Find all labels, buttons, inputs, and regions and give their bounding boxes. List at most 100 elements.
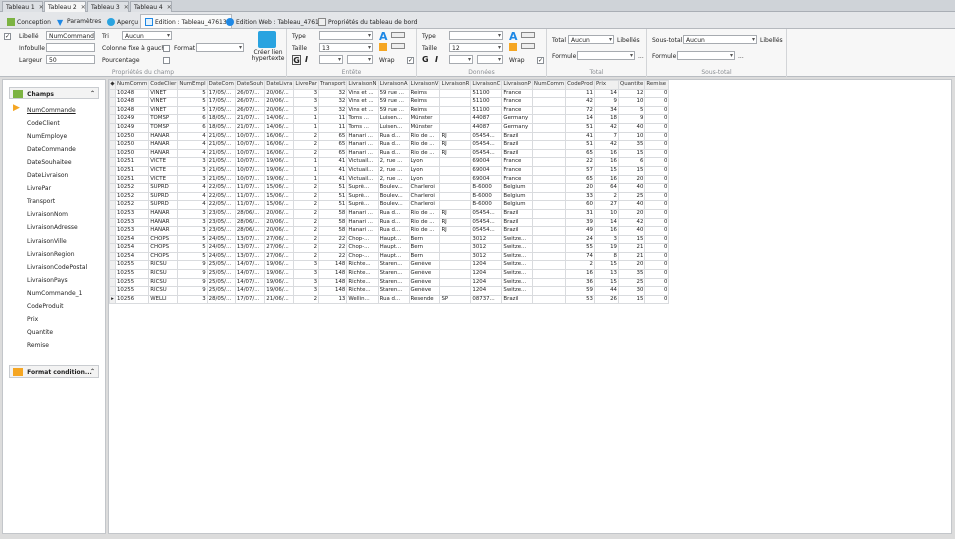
table-cell[interactable]: 20/06/... [264, 88, 295, 99]
table-cell[interactable]: Luisen... [377, 122, 410, 133]
table-cell[interactable]: 69004 [470, 174, 503, 185]
column-header[interactable]: LivraisonR [439, 80, 472, 90]
table-cell[interactable] [439, 122, 472, 133]
table-cell[interactable]: 16/06/... [264, 148, 295, 159]
table-cell[interactable] [531, 208, 567, 219]
table-cell[interactable]: 5 [177, 251, 208, 262]
table-cell[interactable]: 22/05/... [206, 200, 236, 210]
table-cell[interactable]: 0 [644, 140, 670, 150]
table-cell[interactable]: 05454... [470, 226, 503, 236]
table-cell[interactable]: 10248 [114, 97, 150, 107]
table-cell[interactable]: 1 [293, 174, 320, 185]
table-cell[interactable]: Chop-... [346, 234, 379, 245]
table-cell[interactable]: 15 [617, 294, 646, 305]
table-cell[interactable]: Belgium [501, 191, 533, 202]
table-cell[interactable]: B-6000 [470, 183, 503, 193]
table-cell[interactable]: 15 [593, 165, 619, 176]
table-cell[interactable]: 23/05/... [206, 226, 236, 236]
table-cell[interactable]: 20 [565, 183, 595, 193]
table-cell[interactable]: 0 [644, 174, 670, 185]
table-cell[interactable]: 40 [617, 122, 646, 133]
table-cell[interactable]: 42 [617, 217, 646, 228]
table-cell[interactable]: France [501, 88, 533, 99]
table-cell[interactable]: Hanari ... [346, 208, 379, 219]
table-cell[interactable]: 33 [565, 191, 595, 202]
header-wrap-checkbox[interactable]: ✓ [407, 57, 414, 64]
table-cell[interactable]: 10250 [114, 140, 150, 150]
table-cell[interactable]: VICTE [148, 165, 179, 176]
table-cell[interactable]: 51 [565, 122, 595, 133]
table-cell[interactable]: 40 [617, 200, 646, 210]
table-cell[interactable]: 2 [293, 294, 320, 305]
table-cell[interactable]: 60 [565, 200, 595, 210]
column-header[interactable]: CodeProd [565, 80, 595, 90]
table-row[interactable]: 10249 TOMSP 6 18/05/... 21/07/... 14/06/... 1 1… [109, 122, 670, 133]
table-cell[interactable]: Lyon [408, 174, 441, 185]
table-cell[interactable]: Rua d... [377, 131, 410, 142]
table-cell[interactable]: Haupt... [377, 234, 410, 245]
table-cell[interactable]: 10253 [114, 226, 150, 236]
table-cell[interactable]: 9 [177, 260, 208, 271]
tab-proprietes[interactable]: Propriétés du tableau de bord [313, 14, 422, 28]
field-item[interactable]: LivraisonAdresse [27, 224, 78, 231]
border-icon[interactable] [391, 32, 405, 38]
table-cell[interactable]: Rua d... [377, 217, 410, 228]
table-cell[interactable]: Rio de ... [408, 226, 441, 236]
table-cell[interactable]: 2 [293, 226, 320, 236]
field-item[interactable]: DateSouhaitee [27, 159, 72, 166]
table-cell[interactable]: 42 [593, 122, 619, 133]
table-cell[interactable]: 14 [565, 114, 595, 124]
table-cell[interactable]: 2 [293, 140, 320, 150]
table-cell[interactable]: France [501, 174, 533, 185]
table-cell[interactable]: 3 [293, 286, 320, 296]
pourcentage-checkbox[interactable] [163, 57, 170, 64]
table-cell[interactable]: 3 [177, 165, 208, 176]
table-cell[interactable]: 58 [318, 226, 348, 236]
header-size-select[interactable]: 13 [319, 43, 373, 52]
table-cell[interactable] [439, 183, 472, 193]
close-icon[interactable]: ✕ [81, 4, 86, 11]
tab-apercu[interactable]: Aperçu [102, 14, 143, 28]
table-cell[interactable]: 26/07/... [234, 97, 266, 107]
data-align-select[interactable] [449, 55, 473, 64]
table-cell[interactable]: 53 [565, 294, 595, 305]
table-cell[interactable] [531, 122, 567, 133]
fill-color-icon[interactable] [379, 43, 387, 51]
table-cell[interactable] [531, 157, 567, 167]
table-cell[interactable]: France [501, 157, 533, 167]
table-cell[interactable] [439, 251, 472, 262]
table-cell[interactable]: 25/05/... [206, 277, 236, 288]
table-cell[interactable]: Staren... [377, 286, 410, 296]
table-cell[interactable]: 20/06/... [264, 97, 295, 107]
table-cell[interactable]: RICSU [148, 269, 179, 279]
table-cell[interactable]: 19/06/... [264, 157, 295, 167]
bold-button[interactable]: G [422, 55, 429, 64]
table-cell[interactable]: 40 [617, 183, 646, 193]
table-cell[interactable]: 3 [293, 269, 320, 279]
subtotal-formule-button[interactable]: ... [738, 53, 744, 60]
table-cell[interactable]: 20/06/... [264, 217, 295, 228]
table-cell[interactable]: 17/05/... [206, 88, 236, 99]
table-cell[interactable]: 2 [293, 208, 320, 219]
table-cell[interactable]: 10249 [114, 122, 150, 133]
table-cell[interactable]: 5 [177, 243, 208, 253]
table-cell[interactable]: RICSU [148, 277, 179, 288]
table-cell[interactable]: 4 [177, 200, 208, 210]
table-cell[interactable]: Genève [408, 269, 441, 279]
table-cell[interactable]: 23/05/... [206, 208, 236, 219]
table-cell[interactable]: 10252 [114, 183, 150, 193]
table-cell[interactable] [531, 191, 567, 202]
table-cell[interactable]: 0 [644, 157, 670, 167]
table-cell[interactable]: 3 [593, 234, 619, 245]
table-row[interactable]: 10255 RICSU 9 25/05/... 14/07/... 19/06/... 3 1… [109, 286, 670, 296]
table-cell[interactable] [439, 157, 472, 167]
table-cell[interactable]: 39 [565, 217, 595, 228]
table-cell[interactable]: 49 [565, 226, 595, 236]
border-style-icon[interactable] [391, 43, 405, 49]
table-cell[interactable]: Bern [408, 251, 441, 262]
table-cell[interactable]: 10/07/... [234, 165, 266, 176]
table-cell[interactable]: RICSU [148, 286, 179, 296]
table-cell[interactable]: 11/07/... [234, 191, 266, 202]
table-cell[interactable] [531, 105, 567, 116]
table-cell[interactable]: 10250 [114, 131, 150, 142]
